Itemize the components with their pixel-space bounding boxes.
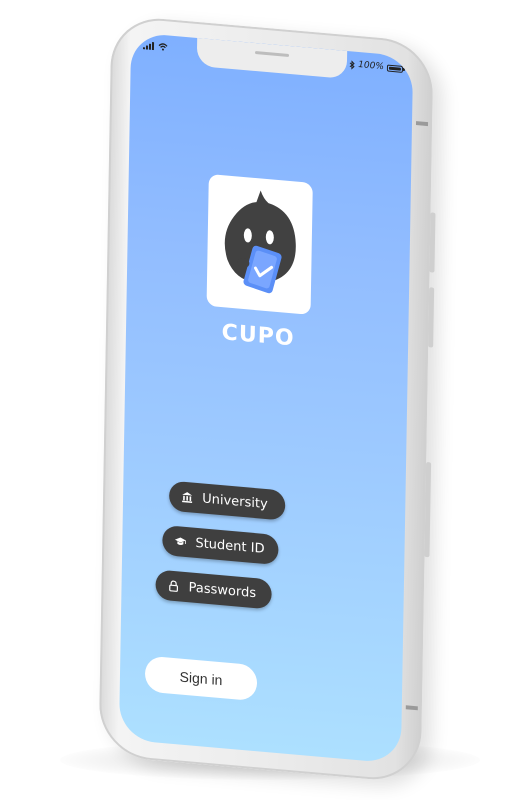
- passwords-label: Passwords: [188, 579, 257, 601]
- sign-in-button[interactable]: Sign in: [144, 655, 258, 702]
- battery-percent: 100%: [358, 60, 385, 73]
- wifi-icon: [158, 43, 168, 51]
- device-mockup: 100% CUPO University Student ID Password…: [0, 0, 520, 800]
- mascot-logo-icon: [224, 190, 296, 294]
- student-id-field[interactable]: Student ID: [162, 524, 279, 566]
- power-button: [424, 461, 432, 558]
- signal-icon: [142, 41, 155, 51]
- status-bar-right: 100%: [349, 59, 404, 74]
- speaker-grille: [255, 50, 290, 57]
- university-field[interactable]: University: [168, 480, 286, 521]
- volume-down-button: [428, 287, 435, 348]
- lock-icon: [169, 580, 179, 592]
- bank-icon: [182, 492, 193, 503]
- phone: 100% CUPO University Student ID Password…: [98, 14, 436, 784]
- status-bar-left: [142, 41, 168, 51]
- antenna-band: [405, 705, 418, 711]
- graduation-cap-icon: [174, 537, 186, 546]
- student-id-label: Student ID: [195, 535, 265, 557]
- antenna-band: [415, 121, 429, 127]
- app-name: CUPO: [221, 320, 295, 352]
- app-logo: [206, 173, 313, 315]
- password-field[interactable]: Passwords: [155, 569, 272, 610]
- battery-icon: [386, 64, 404, 73]
- university-label: University: [202, 490, 268, 512]
- volume-up-button: [429, 212, 436, 273]
- bluetooth-icon: [349, 59, 355, 70]
- phone-screen: 100% CUPO University Student ID Password…: [118, 32, 414, 764]
- phone-body: 100% CUPO University Student ID Password…: [98, 14, 436, 784]
- notch: [196, 37, 348, 80]
